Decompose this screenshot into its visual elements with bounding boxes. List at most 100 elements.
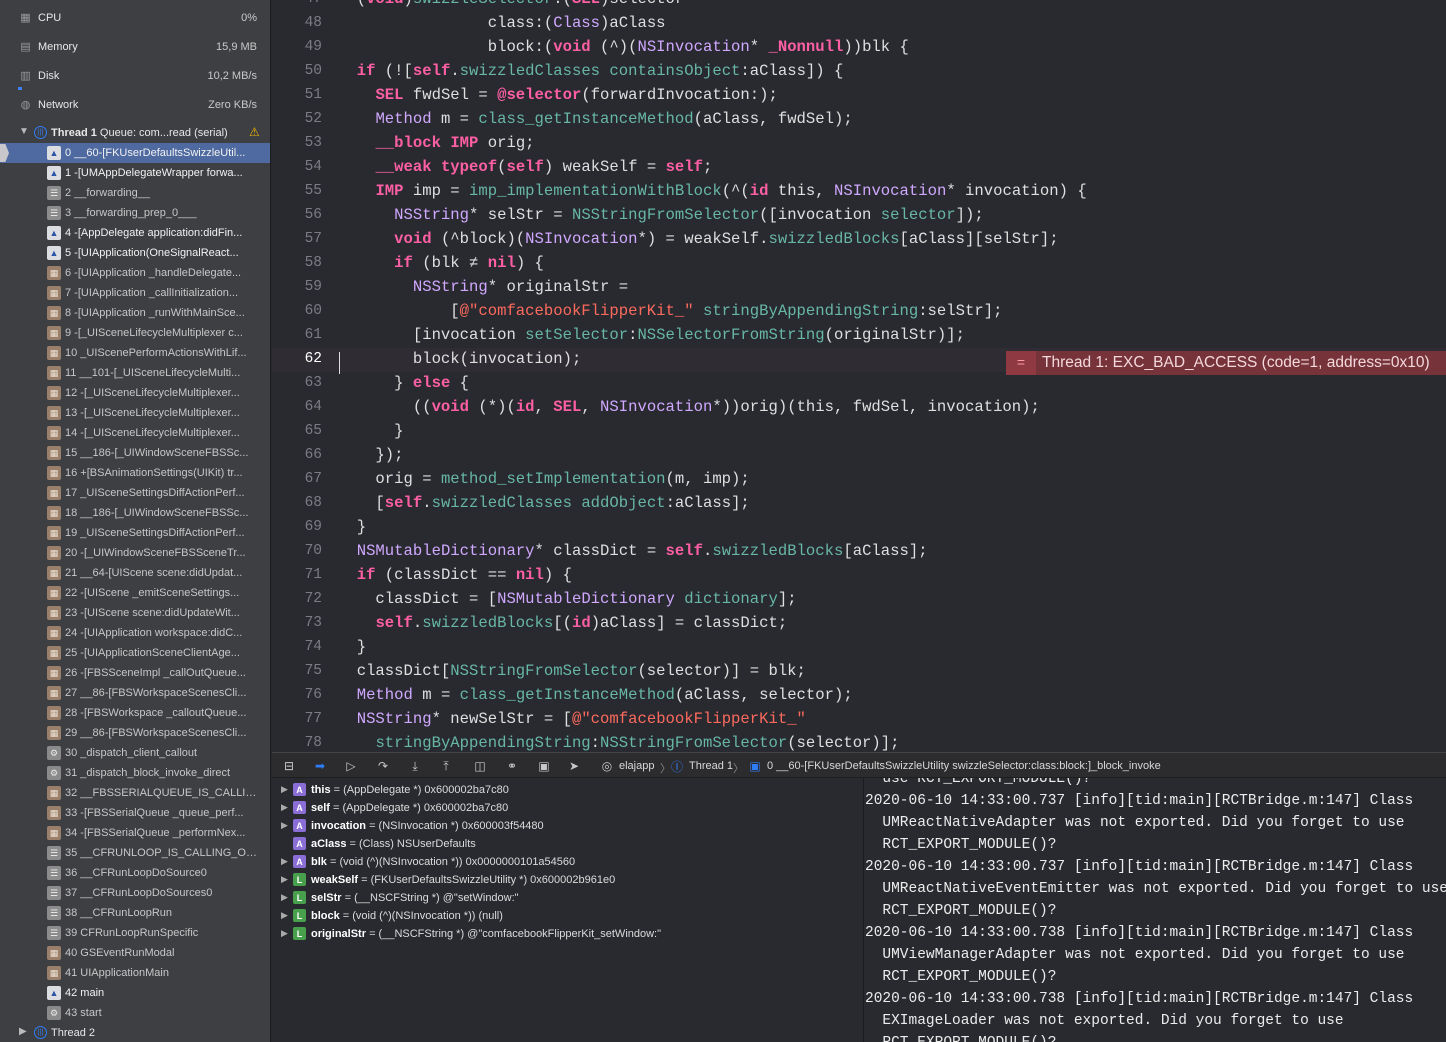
disclosure-closed-icon[interactable]: ▶ (281, 874, 288, 885)
line-number[interactable]: 63 (272, 375, 322, 391)
line-number[interactable]: 71 (272, 567, 322, 583)
thread-1-row[interactable]: ▼ ||| Thread 1 Queue: com...read (serial… (0, 123, 270, 143)
line-number[interactable]: 57 (272, 231, 322, 247)
line-number[interactable]: 48 (272, 15, 322, 31)
stack-frame[interactable]: ▲ 4 -[AppDelegate application:didFin... (0, 223, 270, 243)
stack-frame[interactable]: ▦ 34 -[FBSSerialQueue _performNex... (0, 823, 270, 843)
line-number[interactable]: 61 (272, 327, 322, 343)
error-annotation[interactable]: = Thread 1: EXC_BAD_ACCESS (code=1, addr… (1006, 351, 1446, 375)
stack-frame[interactable]: ⚙ 30 _dispatch_client_callout (0, 743, 270, 763)
line-number[interactable]: 54 (272, 159, 322, 175)
line-number[interactable]: 56 (272, 207, 322, 223)
thread-2-row[interactable]: ▶ ||| Thread 2 (0, 1023, 270, 1042)
line-number[interactable]: 60 (272, 303, 322, 319)
step-over-icon[interactable]: ↷ (375, 758, 391, 774)
line-number[interactable]: 65 (272, 423, 322, 439)
line-number[interactable]: 50 (272, 63, 322, 79)
network-gauge[interactable]: ◍ Network Zero KB/s (0, 91, 270, 120)
disclosure-closed-icon[interactable]: ▶ (281, 910, 288, 921)
variable-row[interactable]: ▶ Ablk = (void (^)(NSInvocation *)) 0x000… (272, 853, 862, 871)
variable-row[interactable]: ▶ Aself = (AppDelegate *) 0x600002ba7c80 (272, 799, 862, 817)
stack-frame[interactable]: ☰ 2 __forwarding__ (0, 183, 270, 203)
line-number[interactable]: 76 (272, 687, 322, 703)
environment-overrides-icon[interactable]: ▣ (536, 758, 552, 774)
disclosure-closed-icon[interactable]: ▶ (19, 1026, 27, 1037)
line-number[interactable]: 52 (272, 111, 322, 127)
stack-frame[interactable]: ⚙ 31 _dispatch_block_invoke_direct (0, 763, 270, 783)
line-number[interactable]: 73 (272, 615, 322, 631)
cpu-gauge[interactable]: ▦ CPU 0% (0, 4, 270, 33)
step-into-icon[interactable]: ⤓ (407, 758, 423, 774)
stack-frame[interactable]: ▦ 19 _UISceneSettingsDiffActionPerf... (0, 523, 270, 543)
line-number[interactable]: 75 (272, 663, 322, 679)
stack-frame[interactable]: ⚙ 43 start (0, 1003, 270, 1023)
source-editor[interactable]: 47- (void)swizzleSelector:(SEL)selector4… (272, 0, 1446, 752)
line-number[interactable]: 77 (272, 711, 322, 727)
line-number[interactable]: 72 (272, 591, 322, 607)
breadcrumb-app[interactable]: elajapp (619, 760, 654, 772)
stack-frame[interactable]: ☰ 3 __forwarding_prep_0___ (0, 203, 270, 223)
disclosure-closed-icon[interactable]: ▶ (281, 928, 288, 939)
line-number[interactable]: 58 (272, 255, 322, 271)
line-number[interactable]: 62 (272, 351, 322, 367)
line-number[interactable]: 64 (272, 399, 322, 415)
line-number[interactable]: 53 (272, 135, 322, 151)
stack-frame[interactable]: ▦ 29 __86-[FBSWorkspaceScenesCli... (0, 723, 270, 743)
stack-frame[interactable]: ☰ 36 __CFRunLoopDoSource0 (0, 863, 270, 883)
simulate-location-icon[interactable]: ➤ (566, 758, 582, 774)
stack-frame[interactable]: ▲ 1 -[UMAppDelegateWrapper forwa... (0, 163, 270, 183)
stack-frame[interactable]: ☰ 35 __CFRUNLOOP_IS_CALLING_OU... (0, 843, 270, 863)
stack-frame[interactable]: ▦ 21 __64-[UIScene scene:didUpdat... (0, 563, 270, 583)
disclosure-open-icon[interactable]: ▼ (19, 126, 29, 137)
stack-frame[interactable]: ▦ 24 -[UIApplication workspace:didC... (0, 623, 270, 643)
stack-frame[interactable]: ▦ 14 -[_UISceneLifecycleMultiplexer... (0, 423, 270, 443)
stack-frame[interactable]: ▦ 6 -[UIApplication _handleDelegate... (0, 263, 270, 283)
line-number[interactable]: 68 (272, 495, 322, 511)
hide-debug-area-icon[interactable]: ⊟ (281, 758, 297, 774)
stack-frame[interactable]: ▦ 17 _UISceneSettingsDiffActionPerf... (0, 483, 270, 503)
stack-frame[interactable]: ▦ 18 __186-[_UIWindowSceneFBSSc... (0, 503, 270, 523)
stack-frame[interactable]: ▦ 13 -[_UISceneLifecycleMultiplexer... (0, 403, 270, 423)
line-number[interactable]: 49 (272, 39, 322, 55)
stack-frame[interactable]: ▦ 10 _UIScenePerformActionsWithLif... (0, 343, 270, 363)
stack-frame[interactable]: ▲ 5 -[UIApplication(OneSignalReact... (0, 243, 270, 263)
stack-frame[interactable]: ▦ 25 -[UIApplicationSceneClientAge... (0, 643, 270, 663)
line-number[interactable]: 59 (272, 279, 322, 295)
stack-frame[interactable]: ▦ 23 -[UIScene scene:didUpdateWit... (0, 603, 270, 623)
stack-frame[interactable]: ▦ 7 -[UIApplication _callInitialization..… (0, 283, 270, 303)
breadcrumb-thread[interactable]: Thread 1 (689, 760, 733, 772)
line-number[interactable]: 70 (272, 543, 322, 559)
stack-frame[interactable]: ▦ 27 __86-[FBSWorkspaceScenesCli... (0, 683, 270, 703)
stack-frame[interactable]: ▦ 11 __101-[_UISceneLifecycleMulti... (0, 363, 270, 383)
memory-graph-icon[interactable]: ⚭ (504, 758, 520, 774)
disclosure-closed-icon[interactable]: ▶ (281, 820, 288, 831)
stack-frame[interactable]: ▦ 41 UIApplicationMain (0, 963, 270, 983)
view-hierarchy-icon[interactable]: ◫ (472, 758, 488, 774)
stack-frame[interactable]: ☰ 37 __CFRunLoopDoSources0 (0, 883, 270, 903)
variable-row[interactable]: ▶ Lblock = (void (^)(NSInvocation *)) (nu… (272, 907, 862, 925)
line-number[interactable]: 69 (272, 519, 322, 535)
stack-frame[interactable]: ▦ 20 -[_UIWindowSceneFBSSceneTr... (0, 543, 270, 563)
disclosure-closed-icon[interactable]: ▶ (281, 802, 288, 813)
line-number[interactable]: 51 (272, 87, 322, 103)
stack-frame[interactable]: ☰ 39 CFRunLoopRunSpecific (0, 923, 270, 943)
disclosure-closed-icon[interactable]: ▶ (281, 784, 288, 795)
variable-row[interactable]: ▶ Ainvocation = (NSInvocation *) 0x600003… (272, 817, 862, 835)
variable-row[interactable]: ▶ LoriginalStr = (__NSCFString *) @"comfa… (272, 925, 862, 943)
disk-gauge[interactable]: ▥ Disk 10,2 MB/s (0, 62, 270, 91)
line-number[interactable]: 74 (272, 639, 322, 655)
stack-frame[interactable]: ▦ 16 +[BSAnimationSettings(UIKit) tr... (0, 463, 270, 483)
line-number[interactable]: 67 (272, 471, 322, 487)
stack-frame[interactable]: ▦ 28 -[FBSWorkspace _calloutQueue... (0, 703, 270, 723)
stack-frame[interactable]: ▦ 22 -[UIScene _emitSceneSettings... (0, 583, 270, 603)
disclosure-closed-icon[interactable]: ▶ (281, 856, 288, 867)
stack-frame[interactable]: ▦ 40 GSEventRunModal (0, 943, 270, 963)
variable-row[interactable]: ▶ LweakSelf = (FKUserDefaultsSwizzleUtili… (272, 871, 862, 889)
line-number[interactable]: 47 (272, 0, 322, 7)
variable-row[interactable]: AaClass = (Class) NSUserDefaults (272, 835, 862, 853)
stack-frame[interactable]: ▦ 32 __FBSSERIALQUEUE_IS_CALLIN... (0, 783, 270, 803)
line-number[interactable]: 78 (272, 735, 322, 751)
breadcrumb-frame[interactable]: 0 __60-[FKUserDefaultsSwizzleUtility swi… (767, 760, 1161, 772)
console-output[interactable]: use RCT_EXPORT_MODULE()? 2020-06-10 14:33… (863, 778, 1446, 1042)
stack-frame[interactable]: ▲ 0 __60-[FKUserDefaultsSwizzleUtil... (0, 143, 270, 163)
